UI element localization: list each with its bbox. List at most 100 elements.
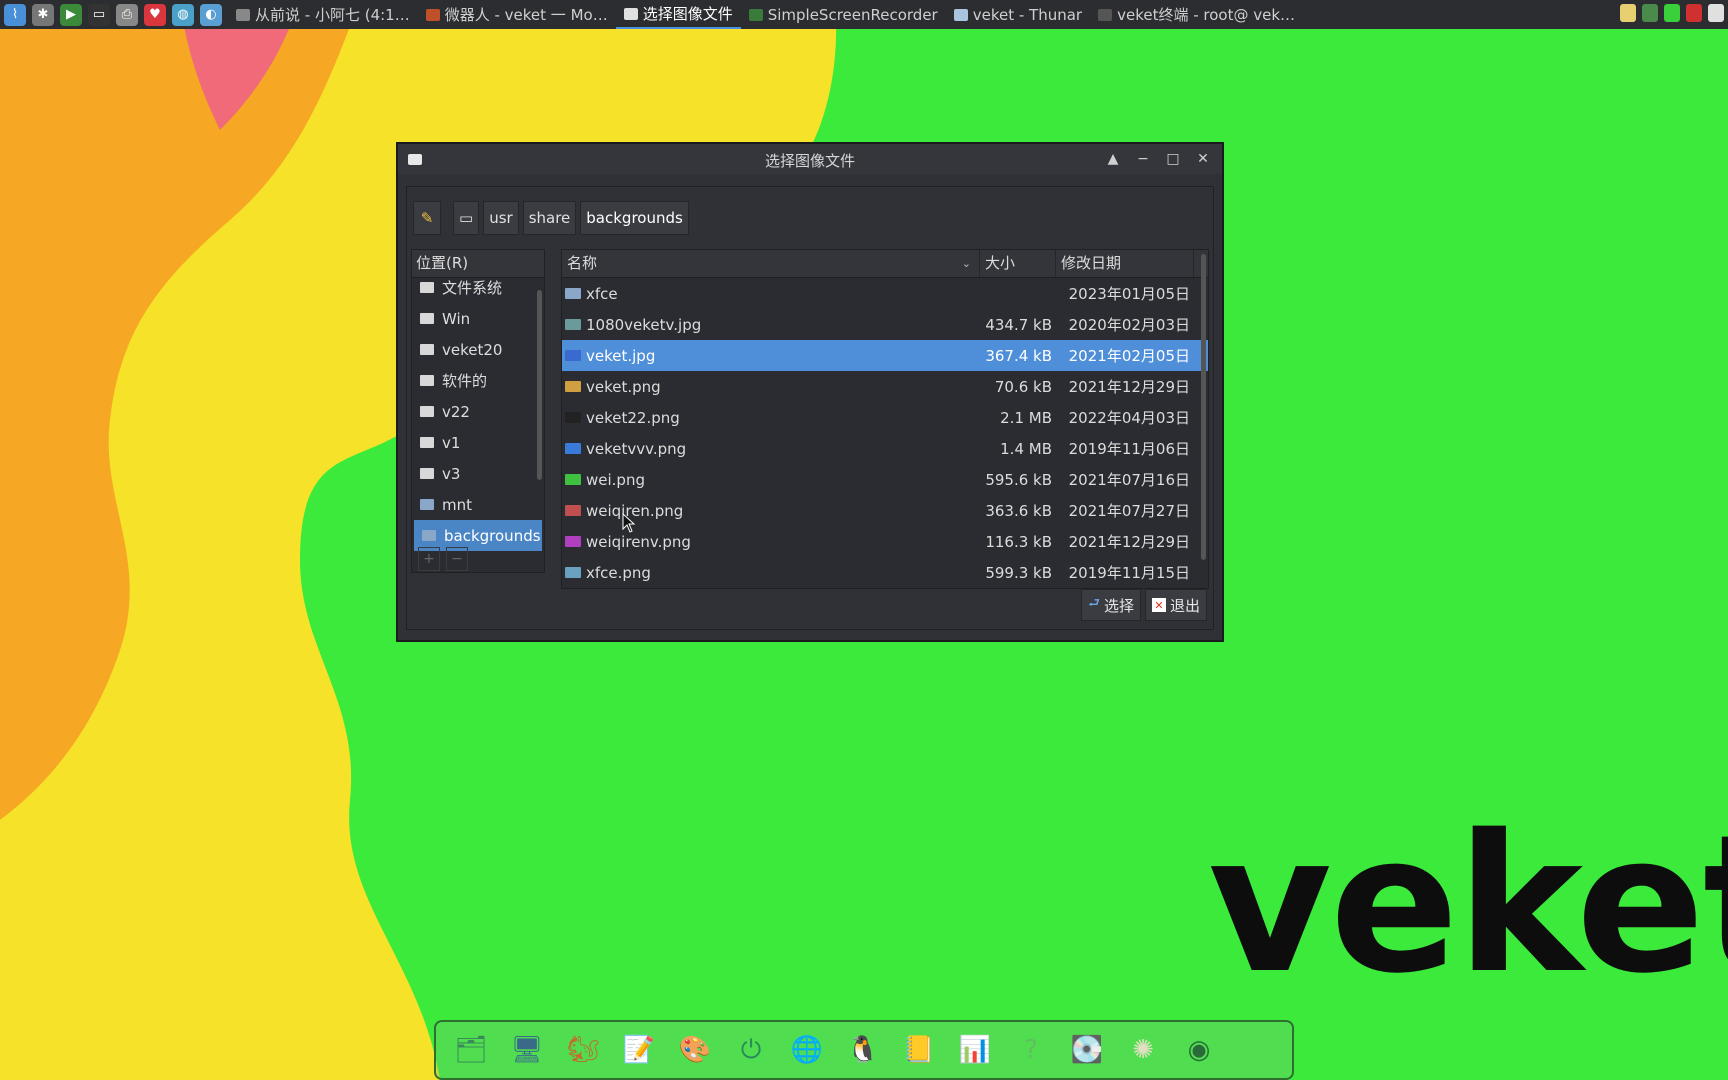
place-item[interactable]: v22 [412, 396, 544, 427]
file-row[interactable]: wei.png 595.6 kB 2021年07月16日 [562, 464, 1208, 495]
chevron-down-icon: ⌄ [961, 257, 971, 270]
file-list-scrollbar[interactable] [1201, 254, 1206, 560]
system-tray [1620, 4, 1724, 22]
file-row[interactable]: weiqiren.png 363.6 kB 2021年07月27日 [562, 495, 1208, 526]
file-name: veket.jpg [586, 346, 656, 365]
play-icon[interactable]: ▶ [60, 3, 82, 26]
image-file-icon [565, 350, 581, 361]
taskbar-task[interactable]: veket - Thunar [946, 0, 1090, 29]
desktop-icon[interactable]: 🖥 [502, 1025, 552, 1075]
place-label: v3 [442, 464, 461, 483]
path-segment-backgrounds[interactable]: backgrounds [580, 201, 689, 235]
drive-icon [420, 437, 434, 448]
tray-icon[interactable] [1686, 4, 1702, 22]
activity-monitor-icon[interactable]: ⌇ [4, 3, 26, 26]
places-scrollbar[interactable] [537, 290, 542, 480]
folder-icon [420, 499, 434, 510]
taskbar-task[interactable]: SimpleScreenRecorder [741, 0, 946, 29]
power-icon[interactable]: ⏻ [726, 1025, 776, 1075]
place-item[interactable]: 软件的 [412, 365, 544, 396]
file-name: xfce.png [586, 563, 651, 582]
taskbar-task[interactable]: 选择图像文件 [615, 0, 741, 29]
paint-icon[interactable]: 🎨 [670, 1025, 720, 1075]
drive-icon[interactable]: 💽 [1062, 1025, 1112, 1075]
book-icon[interactable]: 📒 [894, 1025, 944, 1075]
place-item[interactable]: v1 [412, 427, 544, 458]
bottom-dock: 🗂 🖥 🐿 📝 🎨 ⏻ 🌐 🐧 📒 📊? 💽 ✺ ◉ [434, 1020, 1294, 1080]
penguin-icon[interactable]: 🐧 [838, 1025, 888, 1075]
task-app-icon [953, 8, 968, 21]
place-item[interactable]: mnt [412, 489, 544, 520]
file-row[interactable]: 1080veketv.jpg 434.7 kB 2020年02月03日 [562, 309, 1208, 340]
dialog-actions: ⮐ 选择 ✕ 退出 [1081, 589, 1207, 621]
place-item[interactable]: veket20 [412, 334, 544, 365]
path-segment-usr[interactable]: usr [483, 201, 519, 235]
cancel-button[interactable]: ✕ 退出 [1144, 589, 1207, 621]
file-size: 434.7 kB [985, 315, 1052, 334]
shade-button[interactable]: ▲ [1100, 148, 1126, 170]
remove-bookmark-button[interactable]: − [446, 547, 468, 571]
file-name-cell: veketvvv.png [562, 440, 980, 458]
tray-icon[interactable] [1664, 4, 1680, 22]
file-size: 363.6 kB [985, 501, 1052, 520]
select-button[interactable]: ⮐ 选择 [1081, 589, 1141, 621]
tray-icon[interactable] [1708, 4, 1724, 22]
column-header-name[interactable]: 名称 ⌄ [562, 250, 980, 277]
file-size: 70.6 kB [994, 377, 1052, 396]
file-name: veket.png [586, 377, 661, 396]
file-rows: xfce 2023年01月05日 1080veketv.jpg 434.7 kB 202… [562, 278, 1208, 588]
file-manager-icon[interactable]: 🗂 [446, 1025, 496, 1075]
tray-icon[interactable] [1642, 4, 1658, 22]
task-app-icon [1098, 8, 1113, 21]
terminal-icon[interactable]: ▭ [88, 3, 110, 26]
file-row[interactable]: veket.jpg 367.4 kB 2021年02月05日 [562, 340, 1208, 371]
file-row[interactable]: xfce 2023年01月05日 [562, 278, 1208, 309]
spider-icon[interactable]: ✱ [32, 3, 54, 26]
places-list: 文件系统 Win veket20 软件的 v22 v1 v3 mnt backgrounds [412, 272, 544, 551]
dialog-titlebar[interactable]: 选择图像文件 ▲ − □ ✕ [398, 144, 1222, 174]
minimize-button[interactable]: − [1130, 148, 1156, 170]
file-date: 2023年01月05日 [1068, 285, 1190, 303]
close-button[interactable]: ✕ [1190, 148, 1216, 170]
place-item[interactable]: v3 [412, 458, 544, 489]
file-date: 2021年02月05日 [1068, 347, 1190, 365]
network-icon[interactable]: 🌐 [782, 1025, 832, 1075]
help-icon[interactable]: ? [1006, 1025, 1056, 1075]
file-row[interactable]: xfce.png 599.3 kB 2019年11月15日 [562, 557, 1208, 588]
drive-icon [420, 344, 434, 355]
image-file-chooser-dialog: 选择图像文件 ▲ − □ ✕ ✎ ▭ usr share backgrounds… [396, 142, 1224, 642]
file-row[interactable]: veket.png 70.6 kB 2021年12月29日 [562, 371, 1208, 402]
task-label: SimpleScreenRecorder [767, 5, 938, 24]
place-item[interactable]: Win [412, 303, 544, 334]
add-bookmark-button[interactable]: + [418, 547, 440, 571]
heart-icon[interactable]: ♥ [144, 3, 166, 26]
browser-icon[interactable]: ◉ [1174, 1025, 1224, 1075]
wallpaper-logo-text: veket [1208, 794, 1728, 1015]
settings-icon[interactable]: ✺ [1118, 1025, 1168, 1075]
file-row[interactable]: weiqirenv.png 116.3 kB 2021年12月29日 [562, 526, 1208, 557]
path-segment-share[interactable]: share [522, 201, 577, 235]
printer-icon[interactable]: ⎙ [116, 3, 138, 26]
taskbar-task[interactable]: veket终端 - root@ vek… [1090, 0, 1303, 29]
taskbar-task[interactable]: 从前说 - 小阿七 (4:1… [228, 0, 418, 29]
tray-icon[interactable] [1620, 4, 1636, 22]
column-header-date[interactable]: 修改日期 [1056, 250, 1194, 277]
file-row[interactable]: veketvvv.png 1.4 MB 2019年11月06日 [562, 433, 1208, 464]
chart-icon[interactable]: 📊 [950, 1025, 1000, 1075]
taskbar-task[interactable]: 微器人 - veket 一 Mo… [418, 0, 616, 29]
notes-icon[interactable]: 📝 [614, 1025, 664, 1075]
drive-icon [420, 468, 434, 479]
file-name: veket22.png [586, 408, 680, 427]
task-label: veket - Thunar [972, 5, 1083, 24]
file-name-cell: xfce [562, 285, 980, 303]
squirrel-icon[interactable]: 🐿 [558, 1025, 608, 1075]
column-header-size[interactable]: 大小 [980, 250, 1056, 277]
file-row[interactable]: veket22.png 2.1 MB 2022年04月03日 [562, 402, 1208, 433]
edit-location-button[interactable]: ✎ [413, 201, 441, 235]
globe-icon[interactable]: ◐ [200, 3, 222, 26]
task-app-icon [623, 7, 638, 20]
path-root-button[interactable]: ▭ [453, 201, 480, 235]
bird-icon[interactable]: ◍ [172, 3, 194, 26]
drive-icon [420, 406, 434, 417]
maximize-button[interactable]: □ [1160, 148, 1186, 170]
